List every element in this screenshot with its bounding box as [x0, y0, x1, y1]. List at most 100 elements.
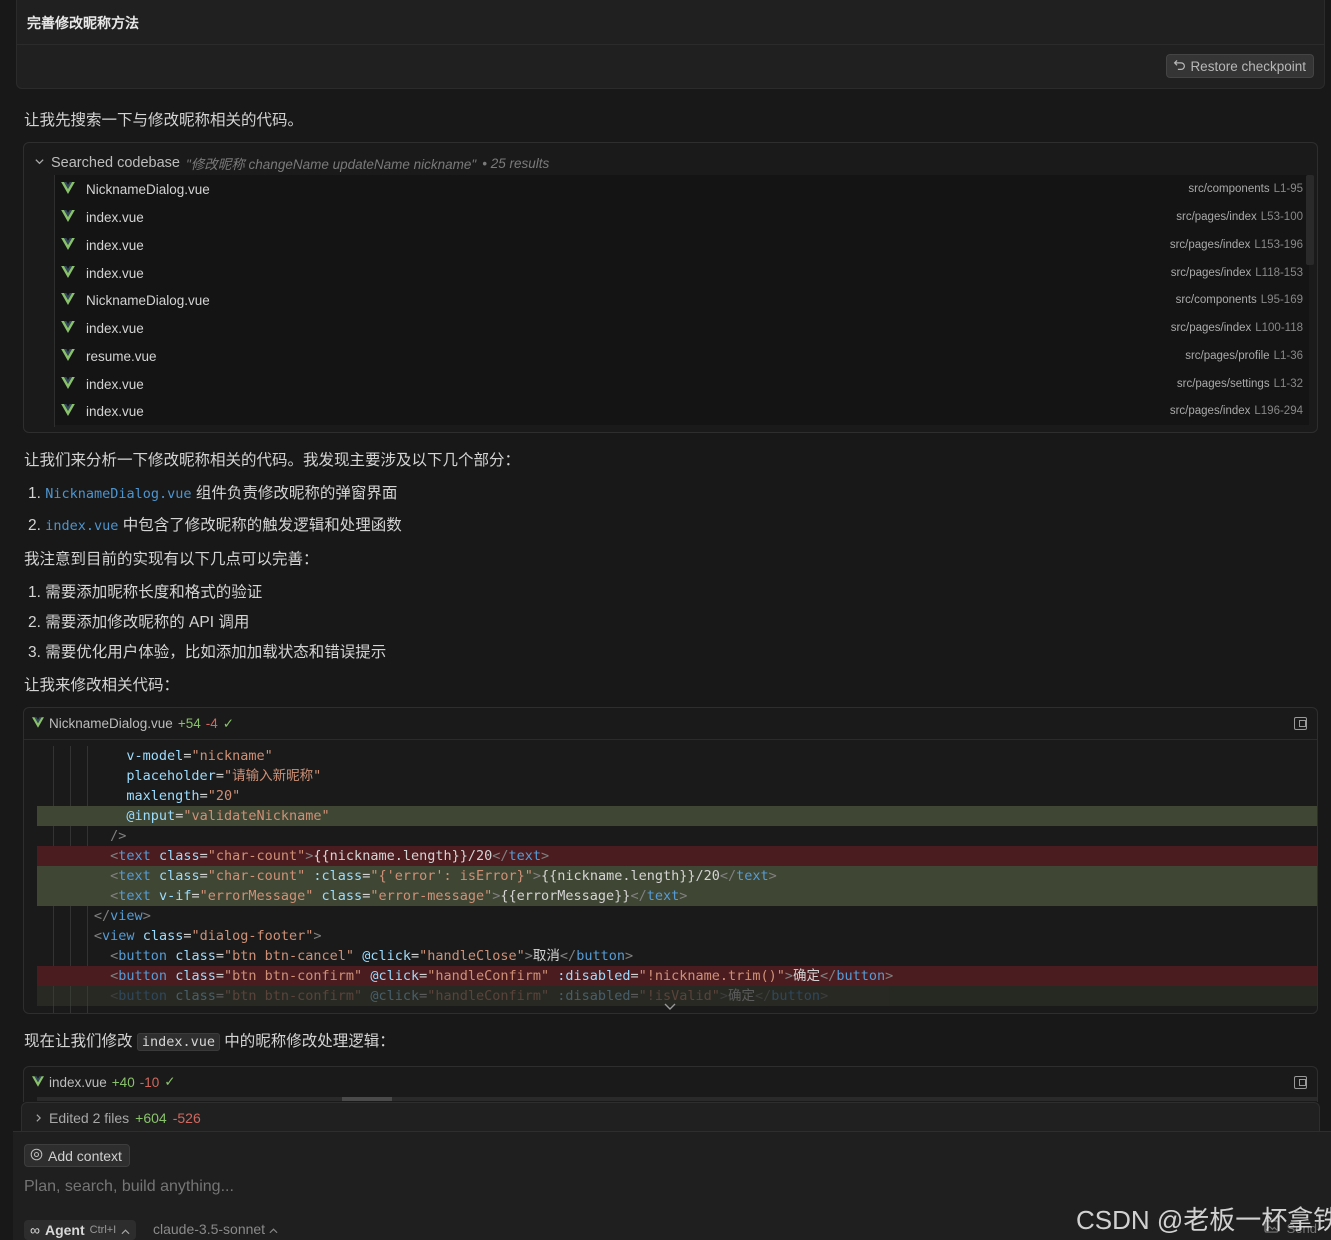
lead-text: 让我来修改相关代码：: [24, 677, 180, 694]
result-filename: NicknameDialog.vue: [86, 181, 210, 197]
code-line-added: @input="validateNickname": [37, 806, 1317, 826]
inline-code: index.vue: [136, 1033, 220, 1051]
mid-text-before: 现在让我们修改: [24, 1033, 137, 1050]
analysis-item-1: 1. NicknameDialog.vue 组件负责修改昵称的弹窗界面: [28, 481, 397, 503]
result-path: src/pages/index L118-153: [1171, 267, 1303, 279]
model-label: claude-3.5-sonnet: [153, 1221, 266, 1237]
result-path-dir: src/components: [1175, 294, 1257, 306]
search-result-row[interactable]: resume.vue src/pages/profile L1-36: [55, 342, 1309, 370]
search-result-row[interactable]: index.vue src/pages/settings L1-32: [55, 370, 1309, 398]
chevron-up-icon: [121, 1222, 130, 1238]
watermark: CSDN @老板一杯拿铁: [1076, 1205, 1331, 1235]
result-path-dir: src/pages/profile: [1185, 350, 1270, 362]
expand-chevron-icon[interactable]: [664, 1002, 676, 1013]
vue-icon: [61, 292, 75, 309]
restore-checkpoint-button[interactable]: Restore checkpoint: [1166, 54, 1314, 78]
mode-shortcut: Ctrl+I: [89, 1224, 117, 1236]
add-context-button[interactable]: Add context: [24, 1144, 130, 1167]
chevron-up-icon: [269, 1221, 278, 1237]
chevron-down-icon: [34, 155, 45, 171]
user-message: 完善修改昵称方法 Restore checkpoint: [16, 0, 1325, 89]
search-result-row[interactable]: index.vue src/pages/index L53-100: [55, 203, 1309, 231]
search-result-row[interactable]: index.vue src/pages/index L153-196: [55, 231, 1309, 259]
analysis-item-text: 中包含了修改昵称的触发逻辑和处理函数: [118, 517, 402, 534]
total-lines-removed: -526: [172, 1109, 201, 1126]
vue-icon: [61, 320, 75, 337]
vue-icon: [61, 348, 75, 365]
code-line-removed: <button class="btn btn-confirm" @click="…: [37, 966, 1317, 986]
analysis-item-2: 2. index.vue 中包含了修改昵称的触发逻辑和处理函数: [28, 513, 402, 535]
chevron-right-icon: [34, 1110, 43, 1126]
result-filename: index.vue: [86, 403, 144, 419]
list-number: 2.: [28, 517, 41, 534]
result-filename: NicknameDialog.vue: [86, 292, 210, 308]
search-header[interactable]: Searched codebase "修改昵称 changeName updat…: [34, 153, 549, 173]
code-diff-header[interactable]: index.vue +40 -10 ✓: [24, 1067, 1317, 1097]
file-link-nicknamedialog[interactable]: NicknameDialog.vue: [45, 486, 191, 502]
scrollbar-thumb[interactable]: [342, 1097, 392, 1101]
undo-icon: [1173, 58, 1186, 74]
code-diff-header[interactable]: NicknameDialog.vue +54 -4 ✓: [24, 708, 1317, 740]
result-path-dir: src/pages/index: [1176, 211, 1257, 223]
mid-text-after: 中的昵称修改处理逻辑：: [219, 1033, 395, 1050]
edited-files-label: Edited 2 files: [49, 1109, 130, 1126]
result-line-range: L95-169: [1260, 294, 1303, 306]
search-result-row[interactable]: NicknameDialog.vue src/components L1-95: [55, 175, 1309, 203]
search-result-row[interactable]: index.vue src/pages/index L196-294: [55, 397, 1309, 425]
analysis-item-text: 组件负责修改昵称的弹窗界面: [191, 485, 398, 502]
total-lines-added: +604: [135, 1109, 167, 1126]
result-path: src/pages/settings L1-32: [1177, 378, 1303, 390]
result-line-range: L1-36: [1273, 350, 1303, 362]
code-line: />: [110, 828, 127, 844]
divider: [17, 44, 1324, 45]
lines-removed: -4: [205, 716, 218, 731]
result-line-range: L53-100: [1260, 211, 1303, 223]
search-label: Searched codebase: [51, 155, 180, 171]
search-result-row[interactable]: NicknameDialog.vue src/components L95-169: [55, 286, 1309, 314]
result-path-dir: src/pages/settings: [1176, 378, 1270, 390]
lines-removed: -10: [139, 1074, 160, 1090]
diff-filename: NicknameDialog.vue: [49, 716, 173, 731]
open-file-icon[interactable]: [1294, 717, 1307, 730]
file-link-index[interactable]: index.vue: [45, 518, 118, 534]
result-filename: index.vue: [86, 320, 144, 336]
search-result-row[interactable]: index.vue src/pages/index L118-153: [55, 259, 1309, 287]
model-selector[interactable]: claude-3.5-sonnet: [153, 1221, 278, 1237]
result-path: src/pages/profile L1-36: [1185, 350, 1303, 362]
result-filename: index.vue: [86, 265, 144, 281]
code-line-removed: <text class="char-count">{{nickname.leng…: [37, 846, 1317, 866]
edited-files-bar[interactable]: Edited 2 files +604 -526: [21, 1102, 1320, 1132]
chat-input[interactable]: [24, 1178, 1024, 1196]
check-icon: ✓: [222, 715, 235, 731]
search-results-scrollbar[interactable]: [1306, 175, 1314, 265]
check-icon: ✓: [164, 1074, 176, 1089]
result-filename: index.vue: [86, 209, 144, 225]
result-line-range: L100-118: [1255, 322, 1303, 334]
improvement-item: 3. 需要优化用户体验，比如添加加载状态和错误提示: [28, 644, 387, 661]
code-diff-block: index.vue +40 -10 ✓: [23, 1066, 1318, 1102]
code-line: v-model="nickname": [126, 748, 273, 764]
search-query: "修改昵称 changeName updateName nickname": [186, 157, 477, 172]
horizontal-scrollbar[interactable]: [37, 1097, 1317, 1101]
code-line-added: <text v-if="errorMessage" class="error-m…: [37, 886, 1317, 906]
open-file-icon[interactable]: [1294, 1076, 1307, 1089]
code-content[interactable]: v-model="nickname" placeholder="请输入新昵称" …: [37, 746, 1317, 1013]
diff-filename: index.vue: [49, 1074, 107, 1090]
list-number: 1.: [28, 485, 41, 502]
code-line: maxlength="20": [126, 788, 241, 804]
result-path-dir: src/pages/index: [1169, 239, 1251, 251]
vue-icon: [61, 237, 75, 254]
code-line: <view class="dialog-footer">: [93, 928, 322, 944]
vue-icon: [32, 716, 44, 731]
vue-icon: [61, 265, 75, 282]
result-line-range: L153-196: [1254, 239, 1303, 251]
result-line-range: L196-294: [1254, 405, 1303, 417]
search-results-list: NicknameDialog.vue src/components L1-95 ind…: [54, 175, 1309, 427]
search-result-row[interactable]: index.vue src/pages/index L100-118: [55, 314, 1309, 342]
result-filename: index.vue: [86, 376, 144, 392]
result-path-dir: src/pages/index: [1169, 405, 1251, 417]
agent-mode-selector[interactable]: ∞ Agent Ctrl+I: [24, 1220, 137, 1240]
result-path: src/components L1-95: [1188, 183, 1303, 195]
result-path: src/pages/index L196-294: [1170, 405, 1303, 417]
code-line-added: <text class="char-count" :class="{'error…: [37, 866, 1317, 886]
